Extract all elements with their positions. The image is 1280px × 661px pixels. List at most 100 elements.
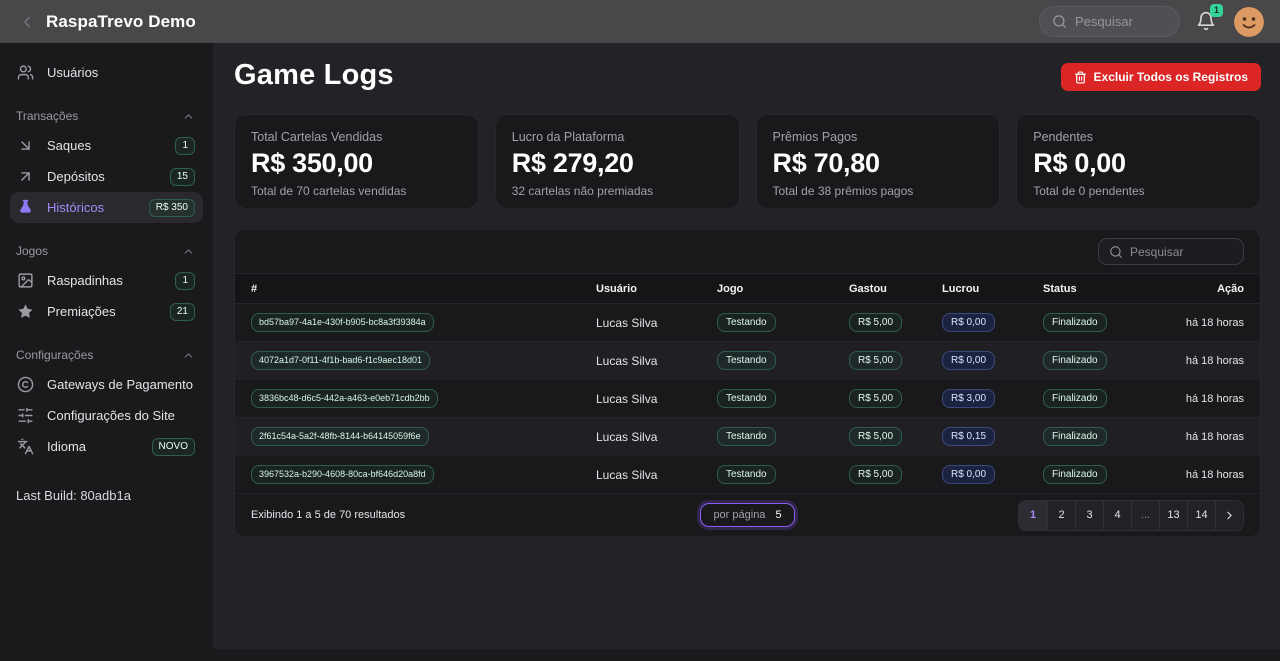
sidebar-item-label: Premiações [47,304,116,319]
section-label: Transações [16,109,78,123]
app-window: RaspaTrevo Demo 1 [0,0,1280,661]
page-button-14[interactable]: 14 [1187,501,1215,530]
page-title: Game Logs [234,59,394,92]
sidebar-item-usuarios[interactable]: Usuários [10,57,203,88]
chevron-left-icon [18,13,36,31]
stat-card-lucro: Lucro da Plataforma R$ 279,20 32 cartela… [495,114,740,209]
table-search[interactable] [1098,238,1244,265]
sidebar-item-label: Depósitos [47,169,105,184]
next-page-button[interactable] [1215,501,1243,530]
page-button-1[interactable]: 1 [1019,501,1047,530]
flask-icon [16,199,34,217]
cell-user: Lucas Silva [596,354,717,368]
logs-table: # Usuário Jogo Gastou Lucrou Status Ação… [234,229,1261,537]
spent-chip: R$ 5,00 [849,313,902,333]
sidebar-section-jogos[interactable]: Jogos [10,237,203,265]
per-page-label: por página [713,509,765,521]
sidebar-section-transacoes[interactable]: Transações [10,102,203,130]
sidebar-section-configuracoes[interactable]: Configurações [10,341,203,369]
stat-card-premios: Prêmios Pagos R$ 70,80 Total de 38 prêmi… [756,114,1001,209]
count-badge: 1 [175,137,195,155]
col-header-id: # [251,283,596,295]
sidebar-item-config-site[interactable]: Configurações do Site [10,400,203,431]
sidebar-item-label: Históricos [47,200,104,215]
notification-badge: 1 [1210,4,1223,17]
log-id-chip[interactable]: 2f61c54a-5a2f-48fb-8144-b64145059f6e [251,427,429,446]
count-badge: 15 [170,168,195,186]
col-header-acao: Ação [1155,283,1244,295]
log-id-chip[interactable]: bd57ba97-4a1e-430f-b905-bc8a3f39384a [251,313,434,332]
stat-sub: Total de 38 prêmios pagos [773,184,984,198]
sidebar: Usuários Transações Saques 1 Depósit [0,43,213,661]
chevron-up-icon [182,110,195,123]
delete-all-label: Excluir Todos os Registros [1094,70,1248,84]
back-button[interactable] [16,11,38,33]
chevron-up-icon [182,349,195,362]
log-id-chip[interactable]: 3836bc48-d6c5-442a-a463-e0eb71cdb2bb [251,389,438,408]
global-search-input[interactable] [1075,14,1165,29]
per-page-selector[interactable]: por página 5 [700,503,794,527]
delete-all-records-button[interactable]: Excluir Todos os Registros [1061,63,1261,91]
arrow-down-right-icon [16,137,34,155]
stat-value: R$ 0,00 [1033,148,1244,179]
stat-label: Prêmios Pagos [773,130,984,144]
log-id-chip[interactable]: 3967532a-b290-4608-80ca-bf646d20a8fd [251,465,434,484]
stat-label: Pendentes [1033,130,1244,144]
sidebar-item-saques[interactable]: Saques 1 [10,130,203,161]
stat-value: R$ 350,00 [251,148,462,179]
notifications-button[interactable]: 1 [1196,11,1218,33]
section-label: Jogos [16,244,48,258]
sidebar-item-label: Raspadinhas [47,273,123,288]
won-chip: R$ 0,00 [942,313,995,333]
spent-chip: R$ 5,00 [849,351,902,371]
main-content: Game Logs Excluir Todos os Registros Tot… [213,43,1280,661]
cell-user: Lucas Silva [596,392,717,406]
sidebar-item-depositos[interactable]: Depósitos 15 [10,161,203,192]
status-chip: Finalizado [1043,351,1107,371]
sidebar-item-premiacoes[interactable]: Premiações 21 [10,296,203,327]
sidebar-item-idioma[interactable]: Idioma NOVO [10,431,203,462]
amount-badge: R$ 350 [149,199,195,217]
stat-label: Lucro da Plataforma [512,130,723,144]
table-row: 2f61c54a-5a2f-48fb-8144-b64145059f6e Luc… [235,418,1260,456]
sidebar-item-raspadinhas[interactable]: Raspadinhas 1 [10,265,203,296]
build-version-label: Last Build: 80adb1a [16,488,203,503]
stat-card-total-vendidas: Total Cartelas Vendidas R$ 350,00 Total … [234,114,479,209]
col-header-lucrou: Lucrou [942,283,1043,295]
chevron-up-icon [182,245,195,258]
sidebar-item-gateways[interactable]: Gateways de Pagamento [10,369,203,400]
page-button-3[interactable]: 3 [1075,501,1103,530]
status-chip: Finalizado [1043,427,1107,447]
game-chip: Testando [717,465,776,485]
trash-icon [1074,71,1087,84]
app-title: RaspaTrevo Demo [46,12,196,32]
spent-chip: R$ 5,00 [849,389,902,409]
spent-chip: R$ 5,00 [849,465,902,485]
table-search-input[interactable] [1130,245,1230,259]
page-button-13[interactable]: 13 [1159,501,1187,530]
stat-label: Total Cartelas Vendidas [251,130,462,144]
status-chip: Finalizado [1043,465,1107,485]
table-footer: Exibindo 1 a 5 de 70 resultados por pági… [235,494,1260,536]
page-ellipsis: ... [1131,501,1159,530]
sidebar-item-historicos[interactable]: Históricos R$ 350 [10,192,203,223]
sidebar-item-label: Saques [47,138,91,153]
game-chip: Testando [717,427,776,447]
page-button-4[interactable]: 4 [1103,501,1131,530]
avatar[interactable] [1234,7,1264,37]
sidebar-item-label: Gateways de Pagamento [47,377,193,392]
page-button-2[interactable]: 2 [1047,501,1075,530]
section-label: Configurações [16,348,93,362]
game-chip: Testando [717,389,776,409]
log-id-chip[interactable]: 4072a1d7-0f11-4f1b-bad6-f1c9aec18d01 [251,351,430,370]
cell-time: há 18 horas [1155,431,1244,443]
stat-value: R$ 279,20 [512,148,723,179]
cell-time: há 18 horas [1155,469,1244,481]
languages-icon [16,438,34,456]
status-chip: Finalizado [1043,389,1107,409]
sidebar-item-label: Usuários [47,65,98,80]
cell-user: Lucas Silva [596,316,717,330]
cell-time: há 18 horas [1155,393,1244,405]
global-search[interactable] [1039,6,1180,37]
users-icon [16,64,34,82]
